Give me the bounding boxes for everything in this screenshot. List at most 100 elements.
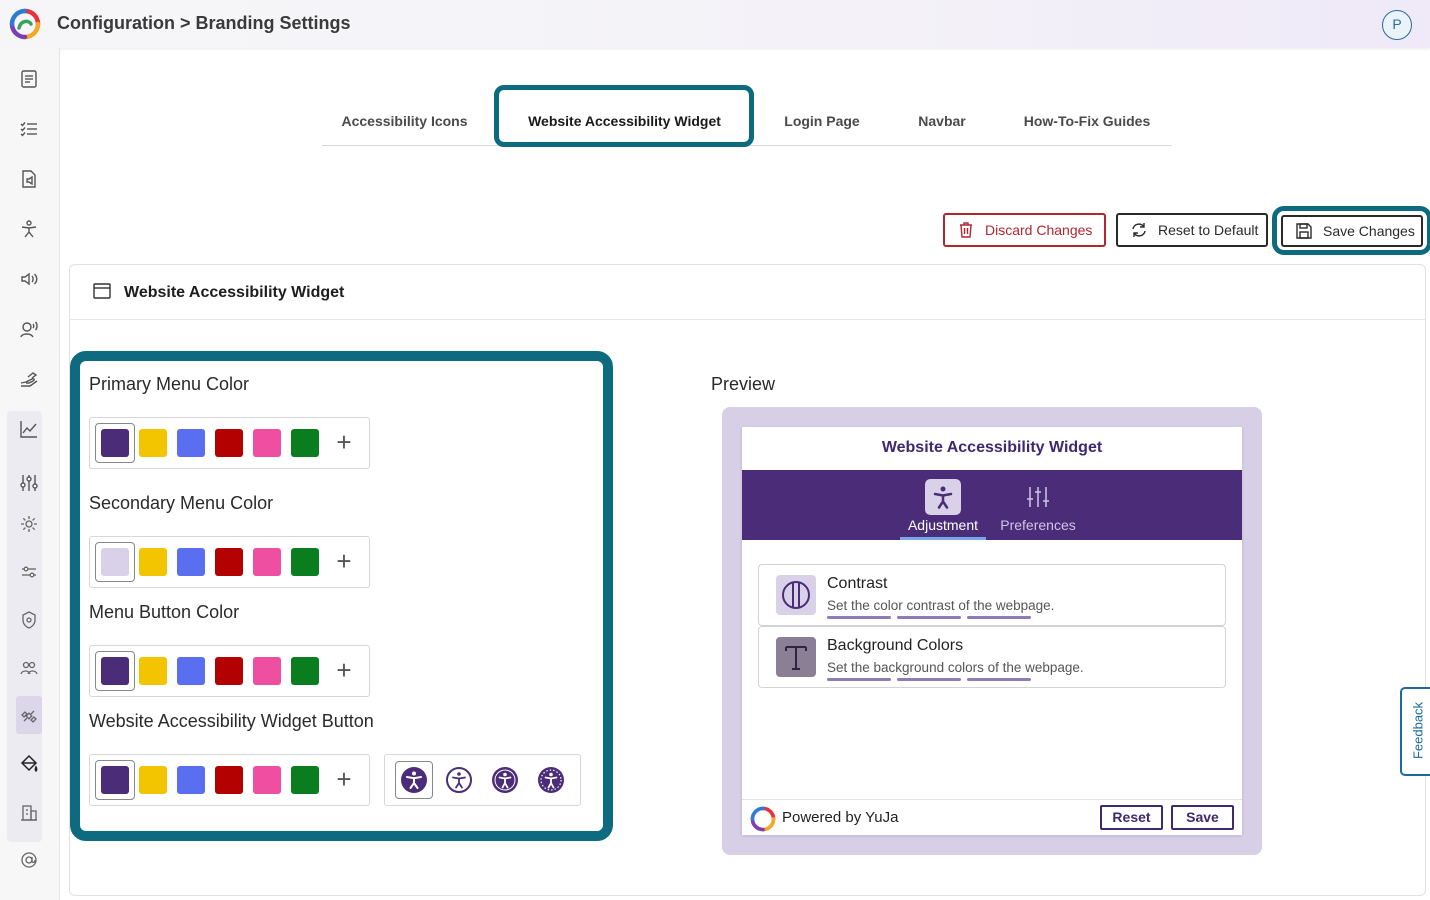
swatch-green[interactable] <box>291 766 319 794</box>
widget-button-color-picker: + <box>89 754 370 806</box>
accessibility-filled-icon[interactable] <box>491 766 519 794</box>
sidebar-document-icon[interactable] <box>17 67 41 91</box>
option-title: Background Colors <box>827 637 964 654</box>
sidebar-chart-line-icon[interactable] <box>17 417 41 441</box>
sliders-icon <box>1027 487 1049 507</box>
menu-button-color-picker: + <box>89 645 370 697</box>
swatch-pink[interactable] <box>253 548 281 576</box>
swatch-yellow[interactable] <box>139 766 167 794</box>
widget-tab-preferences[interactable]: Preferences <box>995 470 1081 540</box>
add-color-plus-icon[interactable]: + <box>332 656 356 686</box>
sidebar-audio-file-icon[interactable] <box>17 167 41 191</box>
feedback-label: Feedback <box>1410 701 1426 760</box>
trash-icon <box>960 222 972 238</box>
tab-navbar[interactable]: Navbar <box>897 96 987 146</box>
tab-login-page[interactable]: Login Page <box>767 96 877 146</box>
swatch-yellow[interactable] <box>139 657 167 685</box>
text-t-icon <box>776 637 816 677</box>
accessibility-person-icon[interactable] <box>400 766 428 794</box>
tab-accessibility-icons[interactable]: Accessibility Icons <box>322 96 487 146</box>
widget-tab-adjustment[interactable]: Adjustment <box>900 470 986 540</box>
option-description: Set the color contrast of the webpage. <box>827 598 1055 613</box>
swatch-red[interactable] <box>215 548 243 576</box>
add-color-plus-icon[interactable]: + <box>332 765 356 795</box>
reset-to-default-button[interactable]: Reset to Default <box>1116 213 1268 247</box>
swatch-red[interactable] <box>215 766 243 794</box>
swatch-green[interactable] <box>291 548 319 576</box>
sidebar-accessibility-star-icon[interactable] <box>17 217 41 241</box>
yuja-logo-icon[interactable] <box>9 8 41 40</box>
breadcrumb: Configuration > Branding Settings <box>57 13 351 33</box>
window-icon <box>93 283 111 299</box>
discard-changes-label: Discard Changes <box>985 222 1093 238</box>
sidebar-speaker-icon[interactable] <box>17 267 41 291</box>
option-level-bars <box>827 616 1031 619</box>
reset-to-default-label: Reset to Default <box>1158 222 1259 238</box>
widget-menu-band: Adjustment Preferences <box>742 470 1242 540</box>
sidebar-gear-icon[interactable] <box>17 512 41 536</box>
widget-tab-preferences-label: Preferences <box>1000 517 1076 533</box>
swatch-yellow[interactable] <box>139 548 167 576</box>
branding-tabs: Accessibility Icons Website Accessibilit… <box>322 85 1172 147</box>
swatch-green[interactable] <box>291 429 319 457</box>
top-header: Configuration > Branding Settings P <box>0 0 1430 48</box>
swatch-purple[interactable] <box>101 657 129 685</box>
sidebar-satellite-icon[interactable] <box>17 704 41 728</box>
menu-button-color-label: Menu Button Color <box>89 602 240 622</box>
floppy-disk-icon <box>1296 223 1312 239</box>
widget-tab-adjustment-label: Adjustment <box>907 517 979 533</box>
swatch-blue[interactable] <box>177 429 205 457</box>
widget-preview: Website Accessibility Widget Adjustment … <box>742 427 1242 835</box>
swatch-pink[interactable] <box>253 429 281 457</box>
option-contrast[interactable]: Contrast Set the color contrast of the w… <box>758 564 1226 626</box>
card-title: Website Accessibility Widget <box>124 284 345 301</box>
sidebar-sliders-icon[interactable] <box>17 471 41 495</box>
swatch-yellow[interactable] <box>139 429 167 457</box>
swatch-purple[interactable] <box>101 766 129 794</box>
tab-how-to-fix-guides[interactable]: How-To-Fix Guides <box>1012 96 1162 146</box>
refresh-icon <box>1132 223 1146 237</box>
sidebar-users-icon[interactable] <box>17 656 41 680</box>
primary-menu-color-label: Primary Menu Color <box>89 374 250 394</box>
card-header: Website Accessibility Widget <box>70 265 1425 320</box>
contrast-icon <box>776 575 816 615</box>
save-changes-button[interactable]: Save Changes <box>1281 215 1423 247</box>
option-description: Set the background colors of the webpage… <box>827 660 1084 675</box>
sidebar-at-sign-icon[interactable] <box>17 848 41 872</box>
sidebar-hand-icon[interactable] <box>17 367 41 391</box>
option-level-bars <box>827 678 1031 681</box>
swatch-blue[interactable] <box>177 548 205 576</box>
swatch-pink[interactable] <box>253 657 281 685</box>
swatch-purple[interactable] <box>101 429 129 457</box>
add-color-plus-icon[interactable]: + <box>332 428 356 458</box>
sidebar-checklist-icon[interactable] <box>17 117 41 141</box>
widget-reset-button[interactable]: Reset <box>1100 805 1163 830</box>
widget-button-label: Website Accessibility Widget Button <box>89 711 374 731</box>
swatch-pink[interactable] <box>253 766 281 794</box>
user-avatar[interactable]: P <box>1382 10 1412 40</box>
swatch-red[interactable] <box>215 657 243 685</box>
sidebar-filter-sliders-icon[interactable] <box>17 560 41 584</box>
sidebar-shield-icon[interactable] <box>17 608 41 632</box>
widget-footer: Powered by YuJa Reset Save <box>742 799 1242 835</box>
accessibility-dotted-icon[interactable] <box>537 766 565 794</box>
sidebar-paint-bucket-icon[interactable] <box>17 752 41 776</box>
powered-by-text: Powered by YuJa <box>782 809 899 826</box>
preview-label: Preview <box>711 374 776 394</box>
tab-website-accessibility-widget[interactable]: Website Accessibility Widget <box>502 96 747 146</box>
sidebar-building-icon[interactable] <box>17 800 41 824</box>
swatch-blue[interactable] <box>177 657 205 685</box>
swatch-green[interactable] <box>291 657 319 685</box>
feedback-tab[interactable]: Feedback <box>1400 687 1430 776</box>
accessibility-circle-icon[interactable] <box>445 766 473 794</box>
option-background-colors[interactable]: Background Colors Set the background col… <box>758 626 1226 688</box>
primary-menu-color-picker: + <box>89 417 370 469</box>
swatch-lavender[interactable] <box>101 548 129 576</box>
sidebar-voice-user-icon[interactable] <box>17 317 41 341</box>
widget-save-button[interactable]: Save <box>1171 805 1234 830</box>
swatch-blue[interactable] <box>177 766 205 794</box>
add-color-plus-icon[interactable]: + <box>332 547 356 577</box>
discard-changes-button[interactable]: Discard Changes <box>943 213 1106 247</box>
secondary-menu-color-picker: + <box>89 536 370 588</box>
swatch-red[interactable] <box>215 429 243 457</box>
